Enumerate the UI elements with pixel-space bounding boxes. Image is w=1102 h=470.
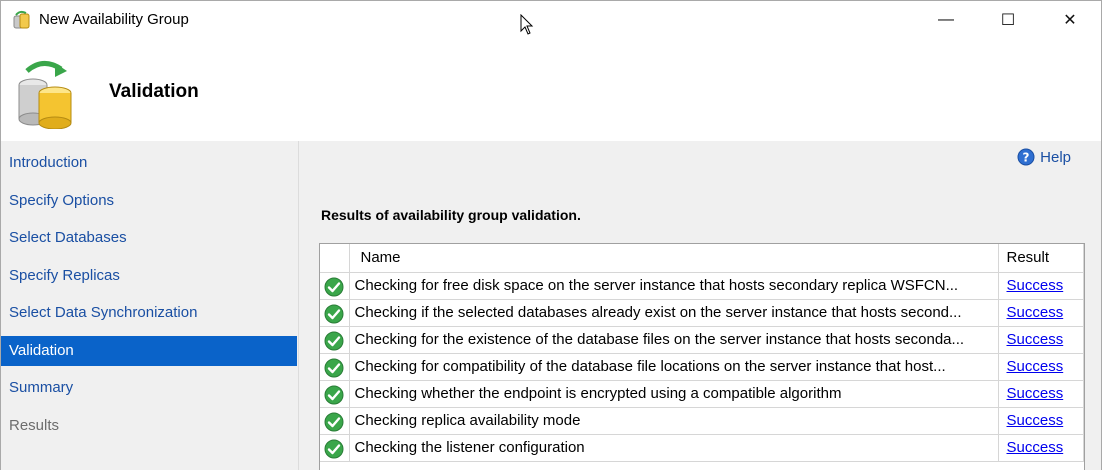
- wizard-header: Validation: [1, 39, 1101, 139]
- result-cell: Success: [998, 299, 1084, 327]
- result-cell: Success: [998, 407, 1084, 435]
- table-row[interactable]: Checking replica availability mode Succes…: [320, 407, 1084, 435]
- success-check-icon: [324, 331, 344, 350]
- title-bar[interactable]: New Availability Group — ☐ ✕: [1, 1, 1101, 39]
- nav-item-select-data-synchronization[interactable]: Select Data Synchronization: [1, 298, 297, 328]
- check-name-cell: Checking the listener configuration: [349, 434, 999, 462]
- minimize-icon: —: [938, 11, 954, 28]
- status-cell: [320, 272, 350, 300]
- validation-results-table: Name Result Checking for free disk space…: [319, 243, 1085, 470]
- success-link[interactable]: Success: [1007, 385, 1064, 402]
- svg-text:?: ?: [1023, 151, 1030, 165]
- wizard-nav: Introduction Specify Options Select Data…: [1, 141, 298, 470]
- result-cell: Success: [998, 272, 1084, 300]
- check-name-cell: Checking replica availability mode: [349, 407, 999, 435]
- nav-item-introduction[interactable]: Introduction: [1, 148, 297, 178]
- table-row[interactable]: Checking the listener configuration Succe…: [320, 434, 1084, 462]
- success-check-icon: [324, 385, 344, 404]
- nav-item-specify-replicas[interactable]: Specify Replicas: [1, 261, 297, 291]
- table-row[interactable]: Checking for the existence of the databa…: [320, 326, 1084, 354]
- success-link[interactable]: Success: [1007, 277, 1064, 294]
- nav-item-select-databases[interactable]: Select Databases: [1, 223, 297, 253]
- nav-item-summary[interactable]: Summary: [1, 373, 297, 403]
- success-link[interactable]: Success: [1007, 304, 1064, 321]
- wizard-window: New Availability Group — ☐ ✕ Validation …: [0, 0, 1102, 470]
- result-cell: Success: [998, 380, 1084, 408]
- status-cell: [320, 407, 350, 435]
- success-link[interactable]: Success: [1007, 412, 1064, 429]
- status-cell: [320, 380, 350, 408]
- window-title: New Availability Group: [39, 11, 189, 28]
- success-link[interactable]: Success: [1007, 358, 1064, 375]
- check-name-cell: Checking for the existence of the databa…: [349, 326, 999, 354]
- nav-item-results: Results: [9, 417, 60, 434]
- page-title: Validation: [109, 81, 199, 102]
- help-link[interactable]: ? Help: [1017, 148, 1071, 166]
- help-label: Help: [1040, 148, 1071, 166]
- success-link[interactable]: Success: [1007, 331, 1064, 348]
- table-row[interactable]: Checking if the selected databases alrea…: [320, 299, 1084, 327]
- results-heading: Results of availability group validation…: [321, 207, 581, 223]
- availability-group-app-icon: [13, 10, 30, 29]
- maximize-button[interactable]: ☐: [977, 1, 1039, 39]
- minimize-button[interactable]: —: [915, 1, 977, 39]
- nav-item-validation[interactable]: Validation: [1, 336, 297, 366]
- maximize-icon: ☐: [1000, 12, 1016, 29]
- check-name-cell: Checking for compatibility of the databa…: [349, 353, 999, 381]
- close-button[interactable]: ✕: [1039, 1, 1101, 39]
- success-check-icon: [324, 358, 344, 377]
- help-icon: ?: [1017, 148, 1035, 166]
- name-column-header[interactable]: Name: [349, 244, 999, 273]
- status-cell: [320, 299, 350, 327]
- check-name-cell: Checking if the selected databases alrea…: [349, 299, 999, 327]
- mouse-cursor-icon: [520, 14, 534, 35]
- table-row[interactable]: Checking whether the endpoint is encrypt…: [320, 380, 1084, 408]
- status-cell: [320, 434, 350, 462]
- main-panel: ? Help Results of availability group val…: [298, 141, 1101, 470]
- success-link[interactable]: Success: [1007, 439, 1064, 456]
- success-check-icon: [324, 277, 344, 296]
- success-check-icon: [324, 412, 344, 431]
- table-header-row: Name Result: [320, 244, 1084, 273]
- database-sync-icon: [18, 61, 72, 129]
- result-cell: Success: [998, 353, 1084, 381]
- table-row[interactable]: Checking for compatibility of the databa…: [320, 353, 1084, 381]
- close-icon: ✕: [1063, 12, 1077, 29]
- check-name-cell: Checking whether the endpoint is encrypt…: [349, 380, 999, 408]
- status-cell: [320, 326, 350, 354]
- icon-column-header: [320, 244, 350, 273]
- success-check-icon: [324, 439, 344, 458]
- table-row[interactable]: Checking for free disk space on the serv…: [320, 272, 1084, 300]
- nav-item-specify-options[interactable]: Specify Options: [1, 186, 297, 216]
- status-cell: [320, 353, 350, 381]
- result-column-header[interactable]: Result: [998, 244, 1084, 273]
- result-cell: Success: [998, 326, 1084, 354]
- check-name-cell: Checking for free disk space on the serv…: [349, 272, 999, 300]
- result-cell: Success: [998, 434, 1084, 462]
- success-check-icon: [324, 304, 344, 323]
